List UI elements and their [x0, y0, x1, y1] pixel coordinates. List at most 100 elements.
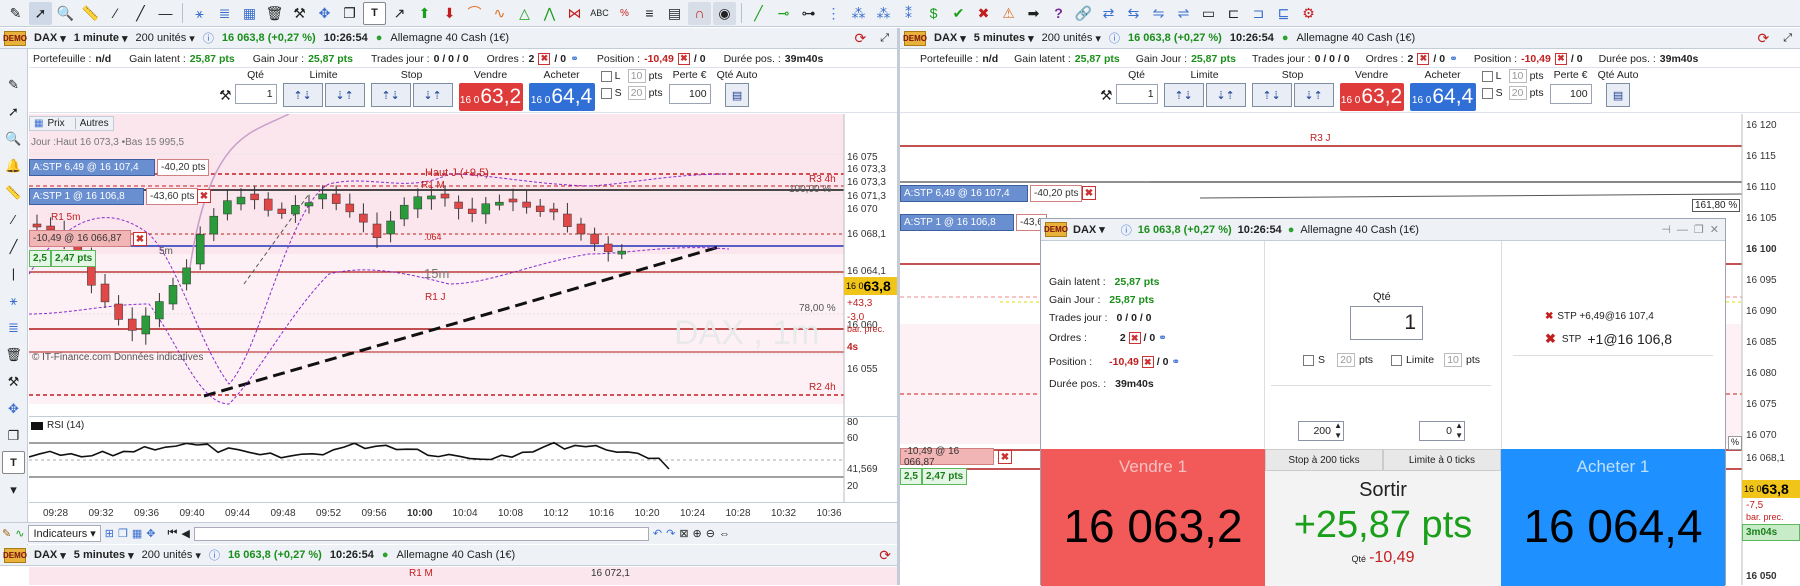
stop-sell-button[interactable]: ⇣⇡ — [412, 83, 453, 107]
close-position-icon[interactable]: ✖ — [677, 52, 690, 65]
bell-icon[interactable]: 🔔 — [2, 154, 25, 177]
grid-icon[interactable]: ▦ — [34, 118, 43, 129]
scatter-icon[interactable]: ⁂ — [847, 2, 870, 25]
instrument-select[interactable]: DAX ▾ — [1073, 223, 1105, 237]
limit-checkbox[interactable] — [1481, 70, 1493, 82]
tab-prix[interactable]: Prix — [47, 118, 64, 129]
stop-checkbox[interactable] — [1481, 87, 1493, 99]
close-position-tag-icon[interactable]: ✖ — [998, 450, 1012, 464]
scatter2-icon[interactable]: ⁂ — [872, 2, 895, 25]
stop-order-tag-1[interactable]: A:STP 6,49 @ 16 107,4 — [900, 185, 1028, 202]
s-pts-input[interactable]: 20 — [627, 86, 646, 100]
wave-icon[interactable]: ∿ — [488, 2, 511, 25]
zoom-icon[interactable]: 🔍 — [54, 2, 77, 25]
cancel-orders-icon[interactable]: ✖ — [1417, 52, 1430, 65]
sell-button[interactable]: 16 0 63,2 — [458, 83, 523, 111]
stop-ticks-button[interactable]: Stop à 200 ticks — [1265, 449, 1383, 471]
scatter3-icon[interactable]: ⁑ — [897, 2, 920, 25]
text-icon[interactable]: T — [2, 451, 25, 474]
fan-icon[interactable]: ≣ — [213, 2, 236, 25]
limit-checkbox[interactable] — [600, 70, 612, 82]
percent-icon[interactable]: % — [1728, 436, 1742, 450]
stop-order-tag-1[interactable]: A:STP 6,49 @ 16 107,4 — [29, 159, 155, 176]
l-pts-input[interactable]: 10 — [1508, 69, 1527, 83]
indicators-icon[interactable]: ∿ — [15, 527, 24, 540]
settings-tool-icon[interactable]: ⚒ — [219, 87, 232, 104]
limit-buy-button[interactable]: ⇡⇣ — [282, 83, 323, 107]
limit-ticks-button[interactable]: Limite à 0 ticks — [1383, 449, 1501, 471]
info-icon[interactable]: ⓘ — [1109, 30, 1120, 46]
move-icon[interactable]: ✥ — [2, 397, 25, 420]
timeframe-select[interactable]: 1 minute ▾ — [74, 32, 128, 45]
buy-button[interactable]: 16 0 64,4 — [1409, 83, 1476, 111]
percent-icon[interactable]: % — [613, 2, 636, 25]
ruler-icon[interactable]: 📏 — [2, 181, 25, 204]
s-pts-input[interactable]: 20 — [1508, 86, 1527, 100]
question-icon[interactable]: ? — [1047, 2, 1070, 25]
zigzag-icon[interactable]: ⋈ — [563, 2, 586, 25]
triangle-icon[interactable]: △ — [513, 2, 536, 25]
sync-icon[interactable]: ⇄ — [1097, 2, 1120, 25]
cancel-stop-2-icon[interactable]: ✖ — [197, 189, 211, 203]
pin-icon[interactable]: ⊣ — [1661, 223, 1671, 236]
settings-icon[interactable]: ⚙ — [1297, 2, 1320, 25]
big-sell-button[interactable]: Vendre 1 16 063,2 — [1041, 449, 1265, 586]
panel-s-checkbox[interactable] — [1303, 354, 1314, 366]
expand-icon[interactable]: ⤢ — [1783, 32, 1792, 45]
blank-icon[interactable]: ▭ — [1197, 2, 1220, 25]
refresh-icon[interactable]: ⟳ — [1757, 30, 1769, 47]
expand-icon[interactable]: ⤢ — [880, 32, 889, 45]
cursor-icon[interactable]: ➚ — [29, 1, 52, 25]
segment2-icon[interactable]: ⊶ — [797, 2, 820, 25]
horizontal-line-icon[interactable]: — — [154, 2, 177, 25]
pencil-icon[interactable]: ✎ — [2, 73, 25, 96]
ray-icon[interactable]: ⊸ — [772, 2, 795, 25]
trend-icon[interactable]: ╱ — [747, 2, 770, 25]
tools-icon[interactable]: ⚒ — [2, 370, 25, 393]
horizontal-scrollbar[interactable] — [193, 526, 649, 541]
text-icon[interactable]: T — [363, 1, 386, 25]
restore-icon[interactable]: ❐ — [1694, 223, 1704, 236]
timeframe-select[interactable]: 5 minutes ▾ — [974, 32, 1034, 45]
move-icon[interactable]: ✥ — [313, 2, 336, 25]
units-select[interactable]: 200 unités ▾ — [136, 32, 195, 45]
stepper-stop[interactable]: 200 ▲ ▼ — [1298, 421, 1344, 441]
units-select[interactable]: 200 unités ▾ — [142, 549, 201, 562]
minimize-icon[interactable]: — — [1677, 224, 1688, 236]
close-icon[interactable]: ✕ — [1710, 223, 1719, 236]
trend-icon[interactable]: ⁄ — [2, 208, 25, 231]
position-link-icon[interactable]: ⚭ — [1171, 356, 1180, 368]
cancel-stp-2-icon[interactable]: ✖ — [1545, 331, 1556, 347]
zoom-icon[interactable]: 🔍 — [2, 127, 25, 150]
stop-sell-button[interactable]: ⇣⇡ — [1293, 83, 1334, 107]
settings-tool-icon[interactable]: ⚒ — [1100, 87, 1113, 104]
trash-icon[interactable]: 🗑 — [2, 343, 25, 366]
stepper-limit[interactable]: 0 ▲ ▼ — [1419, 421, 1465, 441]
arrow-down-icon[interactable]: ⬇ — [438, 2, 461, 25]
ruler-icon[interactable]: 📏 — [79, 2, 102, 25]
copy-icon[interactable]: ❐ — [2, 424, 25, 447]
position-tag[interactable]: -10,49 @ 16 066,87 — [29, 230, 131, 247]
grid-icon[interactable]: ▦ — [132, 527, 142, 540]
pencil-icon[interactable]: ✎ — [4, 2, 27, 25]
cancel-orders-icon[interactable]: ✖ — [538, 52, 551, 65]
qty-auto-button[interactable]: ▤ — [1606, 83, 1631, 107]
big-buy-button[interactable]: Acheter 1 16 064,4 — [1501, 449, 1725, 586]
format3-icon[interactable]: ⊑ — [1272, 2, 1295, 25]
sell-button[interactable]: 16 0 63,2 — [1339, 83, 1404, 111]
sync2-icon[interactable]: ⇆ — [1122, 2, 1145, 25]
channel-icon[interactable]: ⋀ — [538, 2, 561, 25]
instrument-select[interactable]: DAX ▾ — [934, 32, 966, 45]
indicators-select[interactable]: Indicateurs ▾ — [28, 525, 101, 542]
close-position-icon[interactable]: ✖ — [1141, 356, 1154, 368]
tools-icon[interactable]: ⚒ — [288, 2, 311, 25]
rsi-chart[interactable]: 80 60 41,569 20 — [29, 417, 897, 502]
info-icon[interactable]: ⓘ — [209, 547, 220, 563]
left-chart-pane[interactable]: R1 5m 5m Haut J (+9,5) R1 M R1 J R3 4h R… — [29, 114, 897, 428]
tab-autres[interactable]: Autres — [74, 118, 109, 129]
panel-stp-1[interactable]: ✖ STP +6,49@16 107,4 — [1545, 311, 1654, 322]
vertical-line-icon[interactable]: | — [2, 262, 25, 285]
refresh-icon[interactable]: ⟳ — [854, 30, 866, 47]
arrow-up-icon[interactable]: ⬆ — [413, 2, 436, 25]
link-icon[interactable]: 🔗 — [1072, 2, 1095, 25]
